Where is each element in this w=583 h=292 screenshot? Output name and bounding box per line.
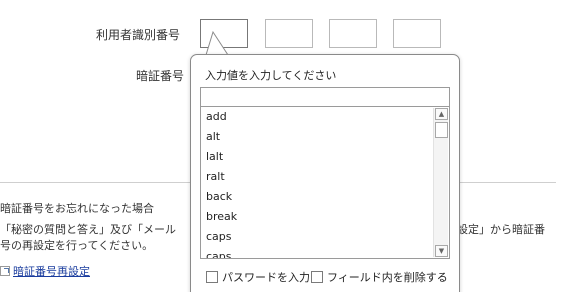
external-link-icon [0, 266, 10, 276]
key-list[interactable]: add alt lalt ralt back break caps caps ▲… [200, 107, 450, 259]
key-list-scrollbar[interactable]: ▲ ▼ [433, 108, 448, 257]
user-id-field-4[interactable] [393, 19, 441, 48]
user-id-label: 利用者識別番号 [96, 28, 181, 42]
clear-field-option[interactable]: フィールド内を削除する [311, 269, 448, 285]
key-list-item[interactable]: ralt [201, 167, 449, 187]
key-list-item[interactable]: alt [201, 127, 449, 147]
key-list-item[interactable]: break [201, 207, 449, 227]
key-list-item[interactable]: lalt [201, 147, 449, 167]
scroll-down-icon[interactable]: ▼ [435, 245, 448, 257]
enter-password-label: パスワードを入力 [222, 271, 310, 284]
instructions-line-1-left: 「秘密の質問と答え」及び「メール [0, 223, 176, 236]
enter-password-option[interactable]: パスワードを入力 [206, 269, 310, 285]
clear-field-label: フィールド内を削除する [327, 271, 448, 284]
popover-value-input[interactable] [200, 87, 450, 107]
key-list-item[interactable]: add [201, 107, 449, 127]
user-id-field-1[interactable] [200, 19, 248, 48]
user-id-field-3[interactable] [329, 19, 377, 48]
instructions-line-2: 号の再設定を行ってください。 [0, 239, 154, 252]
popover-title: 入力値を入力してください [205, 69, 337, 82]
pin-reset-link-text[interactable]: 暗証番号再設定 [13, 265, 90, 278]
scrollbar-thumb[interactable] [435, 122, 448, 138]
pin-label: 暗証番号 [136, 69, 185, 83]
pin-reset-link[interactable]: 暗証番号再設定 [0, 263, 90, 279]
scroll-up-icon[interactable]: ▲ [435, 108, 448, 120]
input-popover: 入力値を入力してください add alt lalt ralt back brea… [190, 54, 460, 292]
key-list-item[interactable]: caps [201, 227, 449, 247]
instructions-line-1-right: 設定」から暗証番 [457, 223, 545, 236]
clear-field-checkbox[interactable] [311, 271, 323, 283]
user-id-field-2[interactable] [265, 19, 313, 48]
key-list-item[interactable]: caps [201, 247, 449, 258]
key-list-item[interactable]: back [201, 187, 449, 207]
enter-password-checkbox[interactable] [206, 271, 218, 283]
forgot-pin-heading: 暗証番号をお忘れになった場合 [0, 202, 154, 215]
